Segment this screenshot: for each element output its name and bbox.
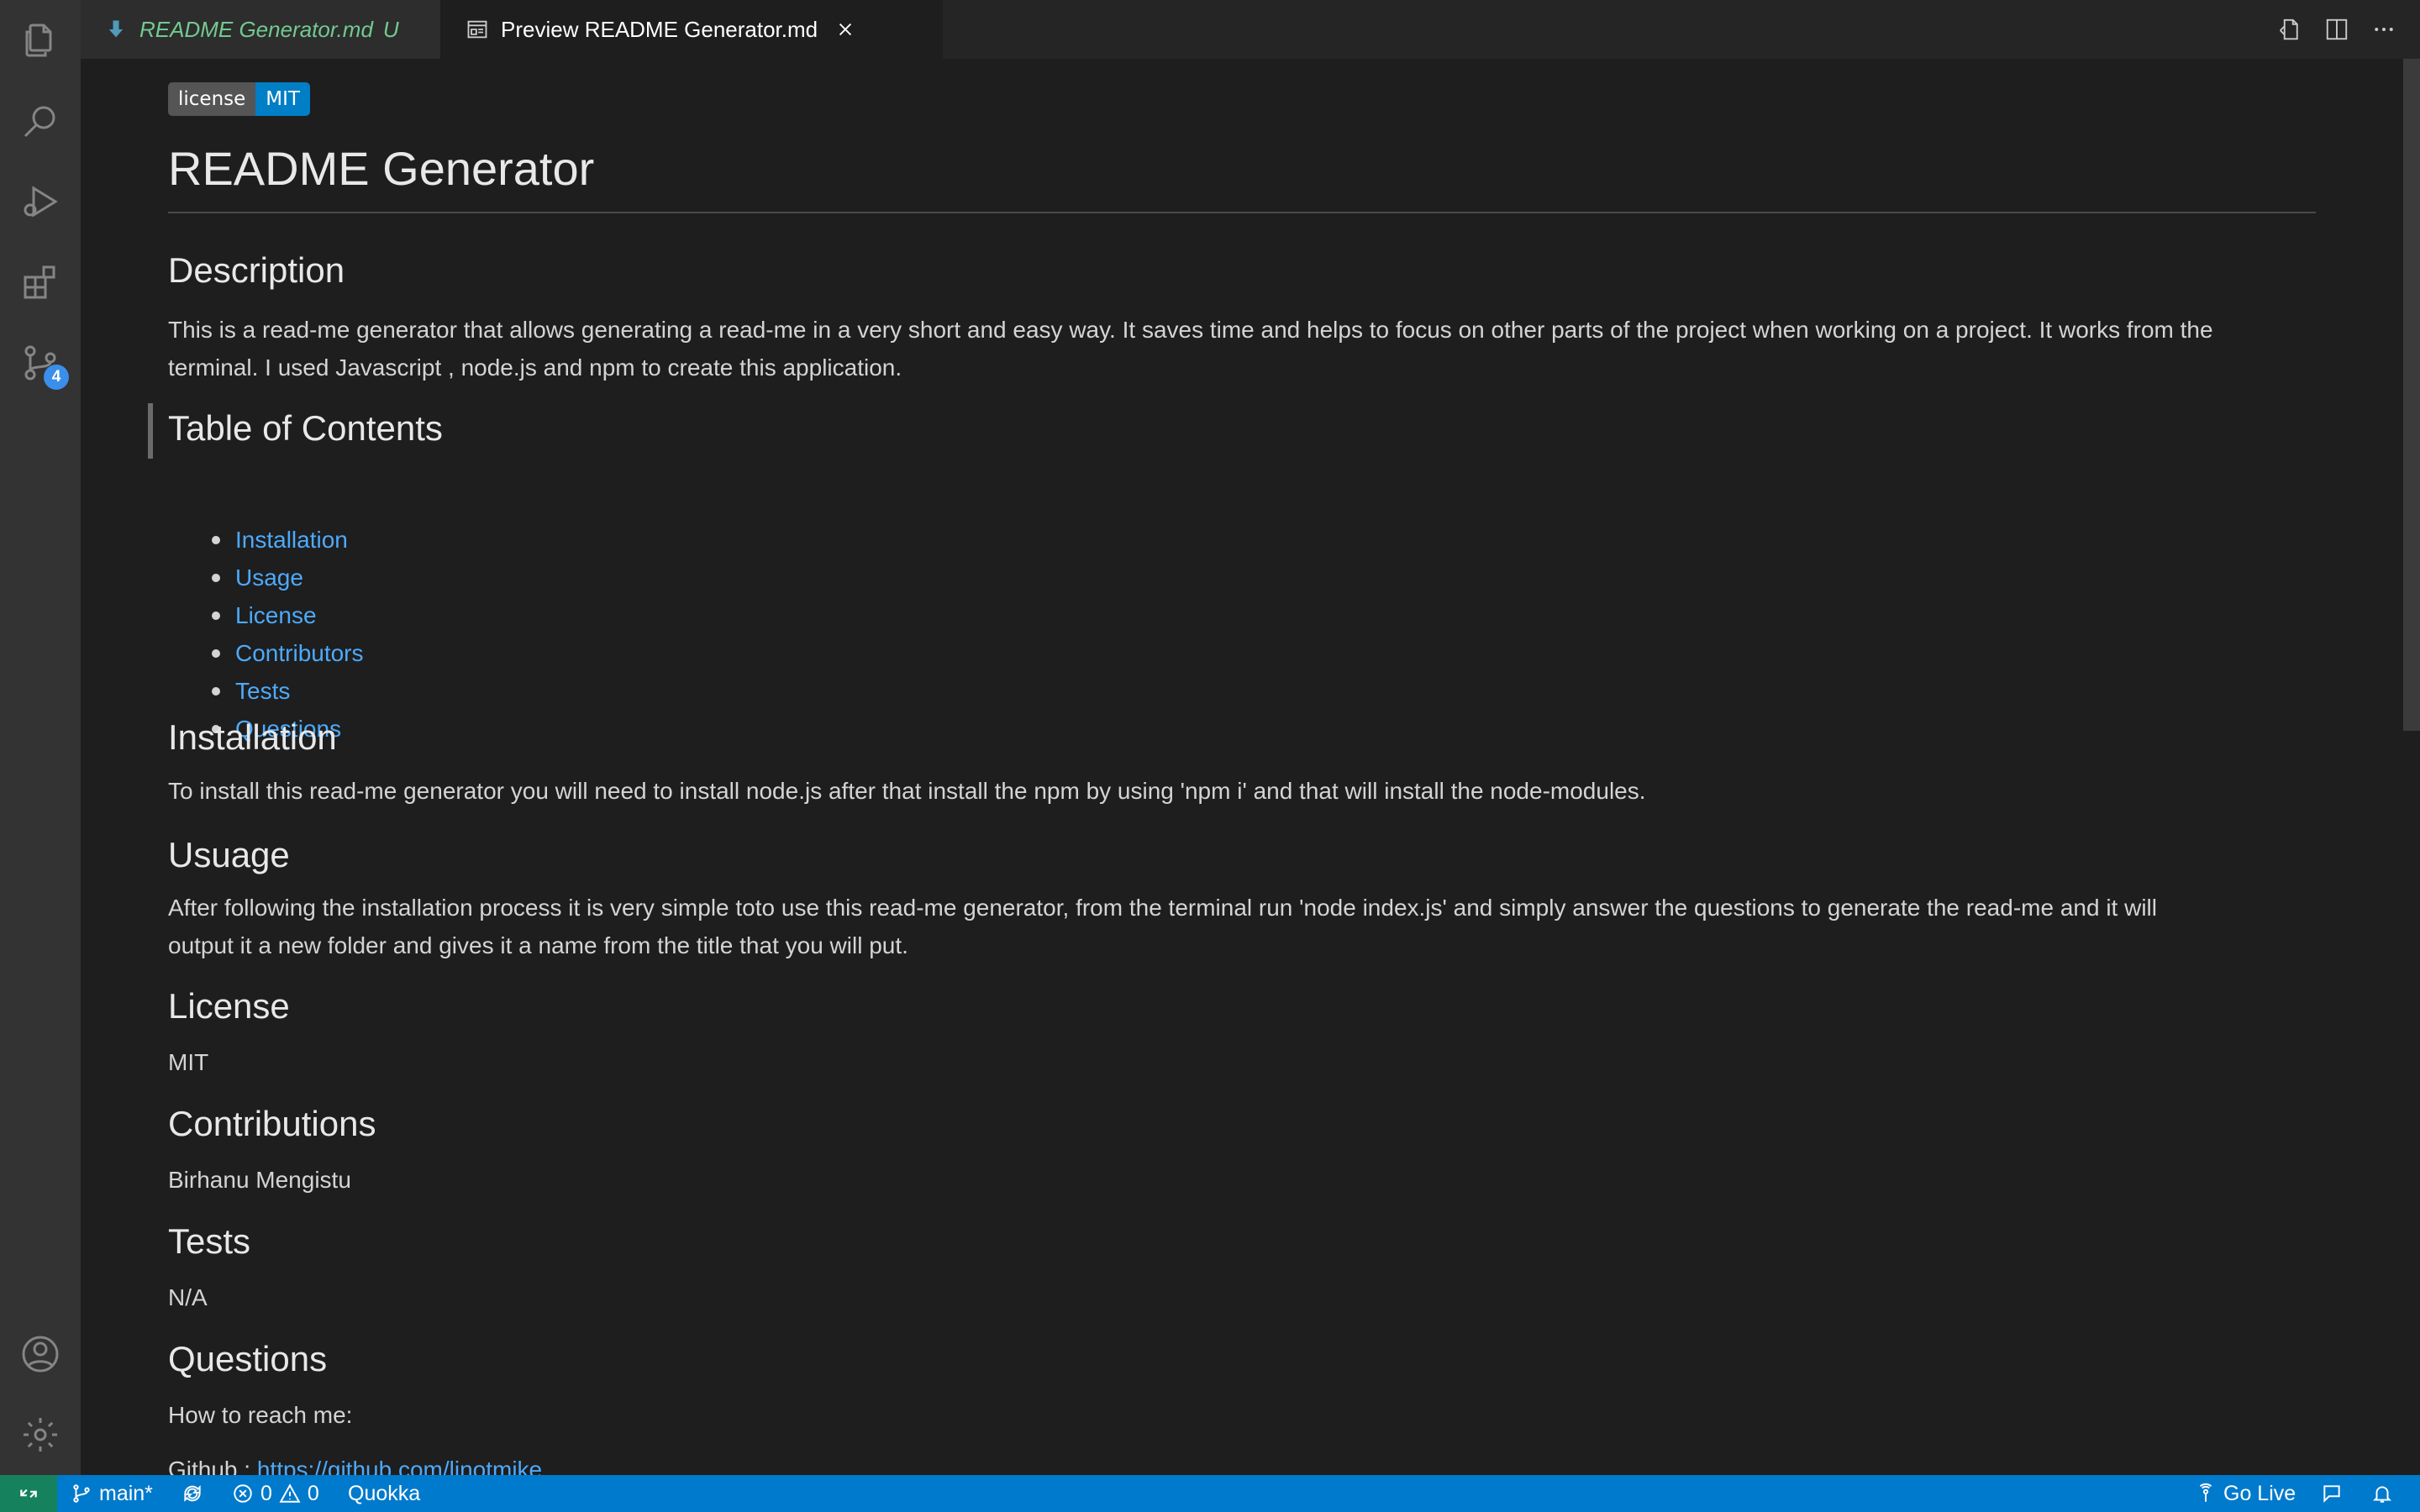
extensions-icon[interactable] (0, 242, 81, 323)
feedback-icon (2323, 1485, 2340, 1504)
badge-value: MIT (255, 82, 310, 116)
error-icon (234, 1484, 252, 1503)
git-branch-icon (73, 1484, 90, 1503)
heading-toc: Table of Contents (168, 408, 443, 448)
status-bar: main* 0 0 Quokka Go Live (0, 1475, 2420, 1512)
toc-focus-bar (148, 403, 153, 459)
markdown-preview: license MIT README Generator Description… (81, 59, 2403, 1475)
tab-label: Preview README Generator.md (501, 16, 818, 42)
toc-link-installation[interactable]: Installation (235, 521, 348, 559)
remote-icon (20, 1488, 37, 1499)
badge-label: license (168, 82, 256, 116)
github-label: Github : (168, 1457, 257, 1475)
sync-icon (184, 1485, 201, 1502)
toc-link-tests[interactable]: Tests (235, 672, 290, 710)
markdown-arrow-icon (108, 20, 124, 38)
settings-gear-icon[interactable] (0, 1394, 81, 1475)
tab-label: README Generator.md (139, 16, 373, 42)
title-divider (168, 212, 2316, 213)
heading-license: License (168, 986, 290, 1026)
heading-questions: Questions (168, 1339, 328, 1378)
tests-text: N/A (168, 1284, 208, 1310)
quokka-button[interactable]: Quokka (348, 1475, 420, 1512)
toc-link-license[interactable]: License (235, 596, 317, 634)
split-editor-icon[interactable] (2323, 15, 2351, 44)
untracked-marker: U (382, 16, 399, 42)
sync-button[interactable] (182, 1475, 203, 1512)
toc-link-usage[interactable]: Usage (235, 559, 303, 596)
remote-indicator[interactable] (0, 1475, 57, 1512)
description-line-2: terminal. I used Javascript , node.js an… (168, 354, 902, 381)
heading-tests: Tests (168, 1221, 251, 1261)
editor-tab-bar: README Generator.md U Preview README Gen… (81, 0, 2420, 59)
open-source-icon[interactable] (2275, 15, 2304, 44)
description-line-1: This is a read-me generator that allows … (168, 317, 2213, 343)
go-live-label: Go Live (2223, 1481, 2296, 1505)
warning-count: 0 (307, 1481, 319, 1505)
bullet (212, 649, 220, 658)
license-badge[interactable]: license MIT (168, 82, 310, 116)
usage-line-1: After following the installation process… (168, 895, 2157, 921)
editor-actions (2275, 0, 2398, 59)
doc-title: README Generator (168, 142, 595, 195)
quokka-label: Quokka (348, 1481, 421, 1505)
search-icon[interactable] (0, 81, 81, 161)
description-text: This is a read-me generator that allows … (168, 311, 2316, 386)
heading-contributions: Contributions (168, 1104, 376, 1143)
tab-readme-preview[interactable]: Preview README Generator.md (440, 0, 943, 59)
branch-indicator[interactable]: main* (71, 1475, 153, 1512)
notifications-button[interactable] (2371, 1475, 2393, 1512)
preview-icon (467, 20, 487, 39)
warning-icon (279, 1483, 301, 1503)
source-control-icon[interactable]: 4 (0, 323, 81, 403)
scm-count-badge: 4 (44, 365, 69, 390)
bullet (212, 536, 220, 544)
bullet (212, 574, 220, 582)
heading-usage: Usuage (168, 835, 290, 874)
questions-text: How to reach me: (168, 1402, 353, 1428)
contributions-text: Birhanu Mengistu (168, 1167, 351, 1193)
heading-description: Description (168, 250, 345, 290)
explorer-icon[interactable] (0, 0, 81, 81)
github-link[interactable]: https://github.com/linotmike (257, 1457, 542, 1475)
bullet (212, 612, 220, 620)
bullet (212, 687, 220, 696)
branch-name: main* (99, 1481, 153, 1505)
go-live-button[interactable]: Go Live (2195, 1475, 2296, 1512)
installation-text: To install this read-me generator you wi… (168, 778, 1646, 804)
heading-installation: Installation (168, 717, 337, 757)
tab-readme-source[interactable]: README Generator.md U (81, 0, 440, 59)
close-tab-icon[interactable] (836, 20, 855, 39)
license-text: MIT (168, 1049, 209, 1075)
github-line: Github : https://github.com/linotmike (168, 1451, 2316, 1475)
broadcast-icon (2199, 1483, 2212, 1502)
problems-indicator[interactable]: 0 0 (232, 1475, 319, 1512)
feedback-button[interactable] (2321, 1475, 2343, 1512)
preview-scrollbar[interactable] (2403, 59, 2420, 731)
account-icon[interactable] (0, 1314, 81, 1394)
usage-text: After following the installation process… (168, 889, 2316, 964)
run-debug-icon[interactable] (0, 161, 81, 242)
toc-link-contributors[interactable]: Contributors (235, 634, 364, 672)
bell-icon (2372, 1486, 2392, 1503)
more-actions-icon[interactable] (2370, 15, 2398, 44)
error-count: 0 (260, 1481, 272, 1505)
usage-line-2: output it a new folder and gives it a na… (168, 932, 908, 958)
activity-bar: 4 (0, 0, 81, 1475)
